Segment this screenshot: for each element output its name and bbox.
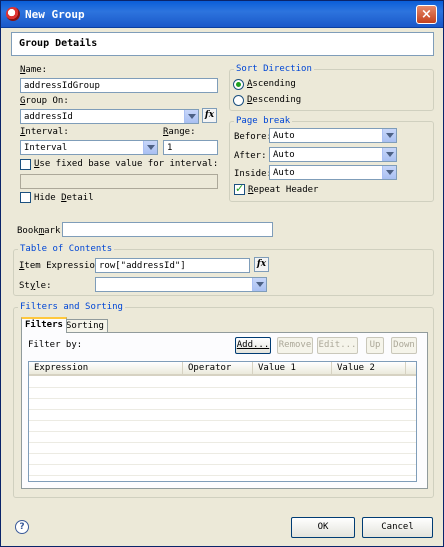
filters-table-header: Expression Operator Value 1 Value 2: [29, 362, 416, 376]
sort-direction-title: Sort Direction: [234, 64, 314, 74]
move-down-button[interactable]: Down: [391, 337, 417, 354]
range-field[interactable]: 1: [163, 140, 218, 155]
style-select[interactable]: [95, 277, 267, 292]
ascending-label: Ascending: [247, 79, 296, 89]
column-value-1[interactable]: Value 1: [253, 362, 332, 376]
item-expression-field[interactable]: row["addressId"]: [95, 258, 250, 273]
interval-select[interactable]: Interval: [20, 140, 158, 155]
table-row[interactable]: [29, 411, 416, 421]
hide-detail-label: Hide Detail: [34, 193, 94, 203]
column-operator[interactable]: Operator: [183, 362, 253, 376]
header-banner: Group Details: [11, 32, 434, 56]
fixed-base-checkbox[interactable]: [20, 159, 31, 170]
item-expression-label: Item Expression:: [19, 261, 106, 271]
after-value: Auto: [273, 150, 295, 160]
table-row[interactable]: [29, 466, 416, 476]
ascending-radio[interactable]: [233, 79, 244, 90]
item-expression-button[interactable]: fx: [254, 257, 269, 272]
help-icon[interactable]: ?: [15, 520, 29, 534]
table-row[interactable]: [29, 400, 416, 410]
interval-value: Interval: [24, 143, 68, 153]
hide-detail-checkbox[interactable]: [20, 192, 31, 203]
inside-select[interactable]: Auto: [269, 165, 397, 180]
remove-filter-button[interactable]: Remove: [277, 337, 313, 354]
before-label: Before:: [234, 132, 272, 142]
ok-button[interactable]: OK: [291, 517, 355, 538]
descending-label: Descending: [247, 95, 302, 105]
table-row[interactable]: [29, 378, 416, 388]
fixed-base-field[interactable]: [20, 174, 218, 189]
interval-label: Interval:: [20, 127, 69, 137]
new-group-dialog: New Group × Group Details Name: addressI…: [0, 0, 444, 547]
column-value-2[interactable]: Value 2: [332, 362, 406, 376]
page-break-title: Page break: [234, 116, 293, 126]
group-on-expression-button[interactable]: fx: [202, 108, 217, 123]
add-filter-button[interactable]: Add...: [235, 337, 271, 354]
chevron-down-icon[interactable]: [382, 166, 396, 179]
window-title: New Group: [25, 8, 85, 21]
before-select[interactable]: Auto: [269, 128, 397, 143]
group-on-value: addressId: [24, 112, 73, 122]
column-expression[interactable]: Expression: [29, 362, 183, 376]
descending-radio[interactable]: [233, 95, 244, 106]
filters-sorting-title: Filters and Sorting: [18, 302, 125, 312]
inside-value: Auto: [273, 168, 295, 178]
inside-label: Inside:: [234, 169, 272, 179]
table-row[interactable]: [29, 433, 416, 443]
page-title: Group Details: [19, 38, 98, 49]
close-button[interactable]: ×: [416, 5, 437, 24]
after-label: After:: [234, 151, 267, 161]
chevron-down-icon[interactable]: [252, 278, 266, 291]
bookmark-field[interactable]: [62, 222, 273, 237]
table-row[interactable]: [29, 455, 416, 465]
fixed-base-label: Use fixed base value for interval:: [34, 159, 219, 169]
chevron-down-icon[interactable]: [382, 148, 396, 161]
chevron-down-icon[interactable]: [184, 110, 198, 123]
tab-sorting[interactable]: Sorting: [62, 319, 108, 333]
group-on-select[interactable]: addressId: [20, 109, 199, 124]
filter-by-label: Filter by:: [28, 340, 83, 350]
chevron-down-icon[interactable]: [143, 141, 157, 154]
table-row[interactable]: [29, 389, 416, 399]
filters-table[interactable]: Expression Operator Value 1 Value 2: [28, 361, 417, 482]
table-row[interactable]: [29, 422, 416, 432]
title-bar[interactable]: New Group ×: [1, 1, 443, 28]
tab-filters[interactable]: Filters: [21, 317, 67, 333]
name-field[interactable]: addressIdGroup: [20, 78, 218, 93]
bookmark-label: Bookmark:: [17, 226, 66, 236]
name-label: Name:: [20, 65, 48, 75]
range-label: Range:: [163, 127, 196, 137]
eclipse-app-icon: [6, 7, 20, 21]
close-icon: ×: [421, 7, 432, 22]
style-label: Style:: [19, 281, 52, 291]
repeat-header-label: Repeat Header: [248, 185, 319, 195]
move-up-button[interactable]: Up: [366, 337, 384, 354]
chevron-down-icon[interactable]: [382, 129, 396, 142]
repeat-header-checkbox[interactable]: [234, 182, 245, 195]
cancel-button[interactable]: Cancel: [362, 517, 433, 538]
edit-filter-button[interactable]: Edit...: [317, 337, 358, 354]
after-select[interactable]: Auto: [269, 147, 397, 162]
toc-title: Table of Contents: [18, 244, 115, 254]
group-on-label: Group On:: [20, 96, 69, 106]
before-value: Auto: [273, 131, 295, 141]
table-row[interactable]: [29, 444, 416, 454]
